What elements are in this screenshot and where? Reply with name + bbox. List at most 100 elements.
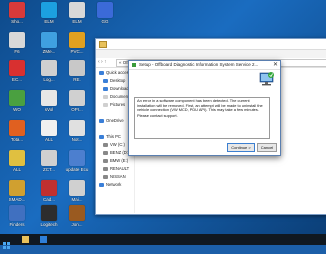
nav-item-label: Desktop [110, 78, 126, 83]
app-icon [69, 150, 85, 166]
app-icon [69, 205, 85, 221]
setup-titlebar[interactable]: Setup - Offboard Diagnostic Information … [129, 61, 280, 70]
nav-arrows-icon[interactable]: ‹ › ↑ [98, 59, 107, 65]
desktop-icon[interactable]: EC... [2, 60, 32, 82]
app-icon [41, 180, 57, 196]
desktop-icon[interactable]: Mai... [62, 180, 92, 202]
desktop-icon-label: Sho... [11, 19, 23, 24]
desktop-icon[interactable]: ELM [34, 2, 64, 24]
desktop-icon[interactable]: Sho... [2, 2, 32, 24]
nav-item[interactable]: NISSAN [96, 173, 134, 181]
desktop-icon[interactable]: Tota... [2, 120, 32, 142]
nav-item-label: BENZ (D:) [110, 150, 130, 155]
app-icon [97, 2, 113, 18]
computer-install-icon [259, 72, 274, 86]
app-icon [69, 32, 85, 48]
desktop-icon[interactable]: Cad... [34, 180, 64, 202]
desktop-icon[interactable]: Not... [62, 120, 92, 142]
nav-item-label: VW (C:) [110, 142, 125, 147]
desktop-icon-label: Jon... [71, 222, 83, 227]
desktop-icon-label: update Ecu [65, 167, 89, 172]
desktop-icon-label: ALL [12, 167, 21, 172]
setup-title: Setup - Offboard Diagnostic Information … [139, 62, 259, 67]
app-icon [69, 2, 85, 18]
desktop-icon[interactable]: ELM [62, 2, 92, 24]
desktop-icon-label: Not... [71, 137, 83, 142]
desktop-icon-label: RE. [73, 77, 81, 82]
desktop-icon-label: Cad... [42, 197, 55, 202]
close-icon[interactable]: ✕ [273, 61, 278, 69]
explorer-titlebar[interactable] [96, 39, 326, 50]
support-message: Please contact support. [137, 112, 178, 118]
desktop-icon[interactable]: PVC... [62, 32, 92, 54]
app-icon [41, 150, 57, 166]
nav-item-label: Network [106, 182, 122, 187]
setup-dialog: Setup - Offboard Diagnostic Information … [128, 60, 281, 156]
nav-item-icon [99, 118, 104, 123]
message-box: An error in a software component has bee… [134, 97, 270, 139]
nav-item-label: Pictures [110, 102, 126, 107]
file-explorer-taskbar-icon[interactable] [22, 236, 29, 243]
desktop-icon[interactable]: RE. [62, 60, 92, 82]
desktop-icon[interactable]: SMAD... [2, 180, 32, 202]
desktop-icon-label: F6 [14, 49, 20, 54]
app-icon [9, 180, 25, 196]
app-icon [41, 120, 57, 136]
desktop-icon[interactable]: Log... [34, 60, 64, 82]
app-icon [41, 2, 57, 18]
nav-item[interactable]: Network [96, 181, 134, 189]
desktop-icon-label: Log... [43, 77, 55, 82]
desktop-icon-label: sVol [44, 107, 54, 112]
desktop-icon[interactable]: ALL [34, 120, 64, 142]
nav-item-label: OneDrive [106, 118, 124, 123]
desktop-icon-label: ALL [44, 137, 53, 142]
nav-item-icon [103, 142, 108, 147]
desktop-icon-label: Tota... [10, 137, 24, 142]
taskbar [0, 234, 326, 249]
app-icon [41, 205, 57, 221]
desktop-icon-label: WO [13, 107, 21, 112]
app-icon [9, 150, 25, 166]
desktop-icon[interactable]: Finders [2, 205, 32, 227]
desktop-icon-label: Mai... [71, 197, 83, 202]
desktop-icon-label: ELM [44, 19, 54, 24]
nav-item[interactable]: BMW (E:) [96, 157, 134, 165]
app-icon [9, 205, 25, 221]
nav-item-label: NISSAN [110, 174, 126, 179]
app-icon [41, 60, 57, 76]
desktop-icon[interactable]: ALL [2, 150, 32, 172]
nav-item-icon [103, 78, 108, 83]
nav-item[interactable]: RENAULT [96, 165, 134, 173]
browser-taskbar-icon[interactable] [40, 236, 47, 243]
app-icon [9, 60, 25, 76]
app-icon [9, 90, 25, 106]
desktop-icon-label: OPI... [71, 107, 83, 112]
desktop-icon[interactable]: GG [90, 2, 120, 24]
desktop-icon[interactable]: sVol [34, 90, 64, 112]
nav-item-icon [99, 134, 104, 139]
desktop-icon-label: ELM [72, 19, 82, 24]
desktop-icon[interactable]: WO [2, 90, 32, 112]
desktop-icon-label: ZCT... [43, 167, 55, 172]
desktop-icon-label: Finders [9, 222, 25, 227]
continue-button[interactable]: Continue > [227, 143, 255, 152]
desktop-icon[interactable]: update Ecu [62, 150, 92, 172]
cancel-button[interactable]: Cancel [257, 143, 277, 152]
desktop-icon-label: GG [101, 19, 109, 24]
desktop-icon[interactable]: ZMe... [34, 32, 64, 54]
desktop-icon[interactable]: ZCT... [34, 150, 64, 172]
desktop-icon[interactable]: F6 [2, 32, 32, 54]
app-icon [9, 32, 25, 48]
desktop-icon[interactable]: Logitech [34, 205, 64, 227]
app-icon [69, 120, 85, 136]
app-icon [41, 32, 57, 48]
desktop-icon[interactable]: Jon... [62, 205, 92, 227]
app-icon [69, 60, 85, 76]
desktop-icon-label: Logitech [40, 222, 58, 227]
desktop-icon-label: PVC... [70, 49, 84, 54]
nav-item-icon [103, 158, 108, 163]
nav-item-icon [99, 70, 104, 75]
app-icon [9, 2, 25, 18]
desktop-icon[interactable]: OPI... [62, 90, 92, 112]
start-button-icon[interactable] [3, 236, 10, 249]
